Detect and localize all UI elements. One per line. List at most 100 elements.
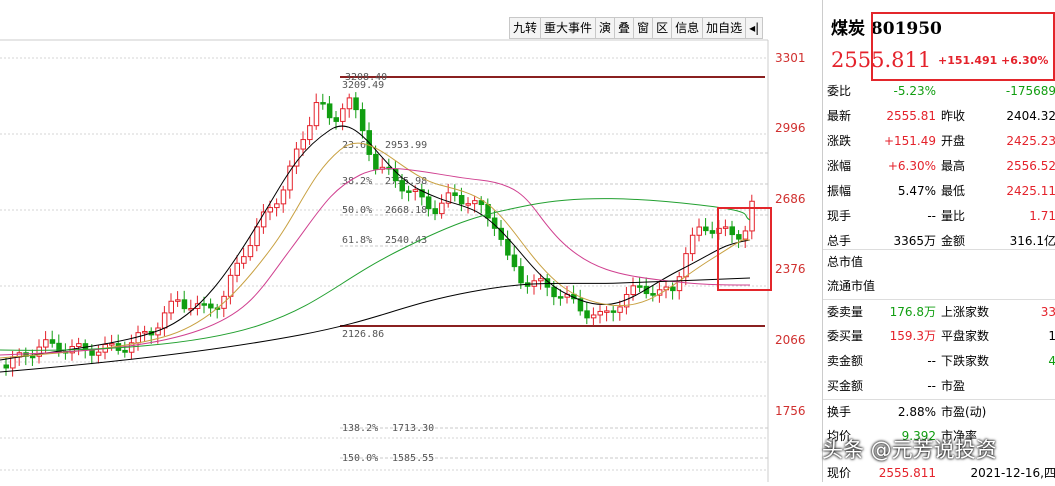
pin-icon[interactable]: ◂| (746, 18, 762, 38)
toolbar-major-events[interactable]: 重大事件 (541, 18, 597, 38)
toolbar-window[interactable]: 窗 (634, 18, 654, 38)
quote-row: 涨幅 +6.30% 最高 2556.52 (823, 154, 1055, 179)
candle-body (689, 234, 696, 255)
quote-row: 卖金额 -- 下跌家数 4 (823, 349, 1055, 374)
fib-val-618: 2540.43 (385, 235, 427, 246)
candle-body (670, 286, 676, 292)
candle-body (122, 349, 128, 353)
quote-row: 最新 2555.81 昨收 2404.32 (823, 104, 1055, 129)
candle-body (511, 254, 518, 268)
candle-body (538, 278, 544, 282)
candle-body (300, 139, 306, 150)
fib-val-1500: 1585.55 (392, 453, 434, 464)
candle-body (432, 208, 438, 215)
candle-body (736, 234, 742, 240)
candle-body (557, 296, 564, 299)
candle-body (439, 202, 445, 215)
quote-cell: -- (927, 379, 936, 393)
fib-val-1382: 1713.30 (392, 423, 434, 434)
candle-body (168, 300, 174, 314)
toolbar-interval[interactable]: 区 (653, 18, 673, 38)
candle-body (683, 253, 689, 278)
candle-body (597, 310, 603, 316)
y-tick: 2686 (775, 192, 806, 206)
candle-body (208, 303, 214, 309)
quote-cell: 流通市值 (827, 279, 876, 293)
candle-body (267, 207, 273, 213)
candle-body (234, 262, 240, 276)
candle-body (49, 339, 56, 344)
candle-body (227, 274, 234, 297)
candle-body (412, 189, 419, 192)
candle-body (287, 165, 293, 191)
quote-cell: 昨收 (941, 109, 966, 123)
toolbar-add-watchlist[interactable]: 加自选 (703, 18, 747, 38)
candle-body (161, 312, 168, 329)
candle-body (604, 310, 610, 313)
candle-body (320, 102, 326, 105)
y-tick: 1756 (775, 404, 806, 418)
candle-body (333, 117, 339, 122)
candle-body (709, 230, 716, 234)
quote-row: 现手 -- 量比 1.71 (823, 204, 1055, 229)
toolbar-yan[interactable]: 演 (596, 18, 616, 38)
candle-body (696, 226, 702, 236)
fib-pct-1382: 138.2% (342, 423, 378, 434)
fib-pct-382: 38.2% (342, 176, 372, 187)
kline-svg[interactable]: 3301 2996 2686 2376 2066 1756 3208.40 32… (0, 0, 822, 482)
candle-body (29, 355, 36, 359)
quote-cell: 1.71 (1029, 209, 1055, 223)
toolbar-overlay[interactable]: 叠 (615, 18, 635, 38)
candle-body (280, 189, 287, 205)
quote-cell: 4 (1048, 354, 1055, 368)
candle-body (346, 97, 353, 110)
kline-chart[interactable]: 3301 2996 2686 2376 2066 1756 3208.40 32… (0, 0, 822, 482)
quote-row: 委比 -5.23% -175689 (823, 79, 1055, 104)
candle-body (340, 108, 346, 122)
candle-body (584, 310, 590, 319)
candle-body (637, 285, 643, 288)
ma-line (0, 198, 751, 351)
candle-body (650, 293, 656, 296)
quote-row: 流通市值 (823, 274, 1055, 299)
quote-cell: -- (927, 354, 936, 368)
candle-body (241, 256, 247, 264)
candle-body (326, 103, 333, 119)
toolbar-nine-turn[interactable]: 九转 (510, 18, 542, 38)
candle-body (3, 364, 9, 369)
quote-cell: 5.47% (897, 184, 936, 198)
fib-val-500: 2668.18 (385, 205, 427, 216)
quote-cell: 总市值 (827, 255, 864, 269)
fib-label-bottom: 2126.86 (342, 329, 384, 340)
candle-body (142, 330, 148, 334)
y-tick: 3301 (775, 51, 806, 65)
candle-body (307, 125, 313, 141)
y-tick: 2376 (775, 262, 806, 276)
quote-cell: 上涨家数 (941, 305, 990, 319)
quote-cell: 1 (1048, 329, 1055, 343)
quote-cell: -- (927, 209, 936, 223)
candle-body (551, 286, 557, 298)
quote-cell: 2555.81 (886, 109, 936, 123)
quote-cell: -175689 (1005, 84, 1055, 98)
quote-row: 现价 2555.811 2021-12-16,四 (823, 461, 1055, 486)
ma-line (0, 168, 751, 356)
candle-body (274, 203, 280, 209)
quote-cell: 2021-12-16,四 (970, 466, 1055, 480)
candle-body (353, 97, 359, 111)
quote-cell: 2.88% (897, 405, 936, 419)
quote-cell: 市盈 (941, 379, 966, 393)
toolbar-info[interactable]: 信息 (672, 18, 704, 38)
quote-cell: +6.30% (887, 159, 936, 173)
candle-body (359, 109, 366, 132)
quote-cell: 平盘家数 (941, 329, 990, 343)
candle-body (742, 230, 749, 240)
quote-row: 总市值 (823, 249, 1055, 275)
fib-pct-500: 50.0% (342, 205, 372, 216)
quote-row: 振幅 5.47% 最低 2425.11 (823, 179, 1055, 204)
candle-body (135, 332, 141, 344)
candle-body (472, 200, 478, 205)
quote-cell: 下跌家数 (941, 354, 990, 368)
quote-cell: 量比 (941, 209, 966, 223)
candle-body (313, 102, 320, 127)
